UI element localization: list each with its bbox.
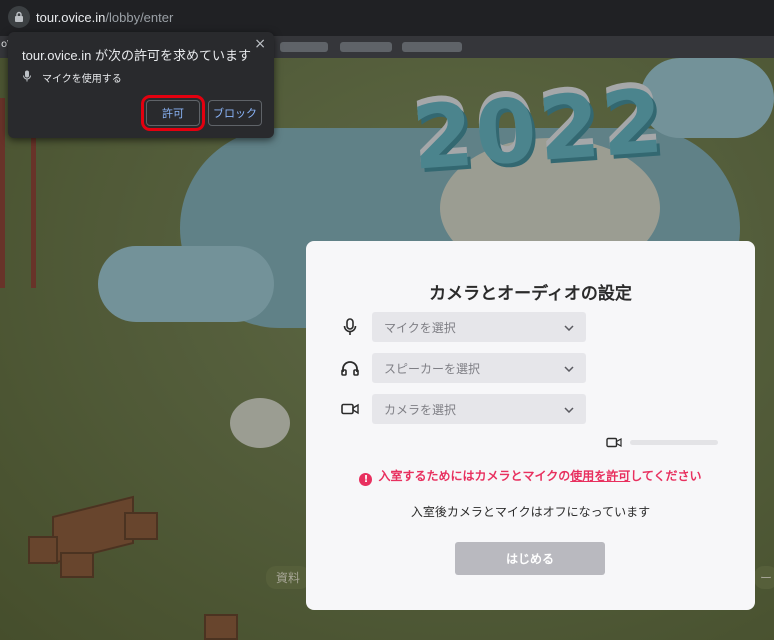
permission-popup: tour.ovice.in が次の許可を求めています × マイクを使用する 許可… — [8, 32, 274, 138]
permission-warning: ! 入室するためにはカメラとマイクの使用を許可してください — [306, 467, 755, 486]
dialog-title: カメラとオーディオの設定 — [429, 284, 632, 304]
url-text: tour.ovice.in/lobby/enter — [36, 10, 173, 25]
warning-link[interactable]: 使用を許可 — [570, 469, 630, 483]
permission-label: マイクを使用する — [42, 74, 122, 85]
bookmark-item[interactable] — [280, 42, 328, 52]
chevron-down-icon — [564, 320, 574, 334]
url-field[interactable]: tour.ovice.in/lobby/enter — [8, 6, 173, 28]
chevron-down-icon — [564, 361, 574, 375]
speaker-select-placeholder: スピーカーを選択 — [384, 361, 481, 376]
bookmark-item[interactable] — [340, 42, 392, 52]
chevron-down-icon — [564, 402, 574, 416]
block-button[interactable]: ブロック — [208, 100, 262, 126]
allow-button[interactable]: 許可 — [141, 95, 205, 131]
camera-preview-level — [606, 433, 718, 452]
url-path: /lobby/enter — [105, 9, 174, 25]
mic-select[interactable]: マイクを選択 — [372, 312, 586, 342]
url-host: tour.ovice.in — [36, 9, 106, 25]
permission-title: tour.ovice.in が次の許可を求めています — [22, 48, 251, 63]
mic-row: マイクを選択 — [340, 312, 586, 342]
headphones-icon — [340, 358, 360, 378]
bookmark-item[interactable] — [402, 42, 462, 52]
alert-icon: ! — [359, 473, 373, 486]
video-camera-icon — [340, 399, 360, 419]
mic-select-placeholder: マイクを選択 — [384, 320, 456, 335]
warning-prefix: 入室するためにはカメラとマイクの — [378, 469, 571, 483]
start-button[interactable]: はじめる — [455, 542, 605, 575]
permission-item: マイクを使用する — [22, 70, 122, 85]
off-notice: 入室後カメラとマイクはオフになっています — [410, 505, 651, 519]
speaker-row: スピーカーを選択 — [340, 353, 586, 383]
av-settings-dialog: カメラとオーディオの設定 マイクを選択 スピーカーを選択 カメラを選択 ! 入室… — [306, 241, 755, 610]
video-camera-icon — [606, 433, 622, 452]
warning-suffix: してください — [630, 469, 702, 483]
camera-row: カメラを選択 — [340, 394, 586, 424]
level-meter — [630, 440, 718, 445]
camera-select-placeholder: カメラを選択 — [384, 402, 457, 417]
address-bar: tour.ovice.in/lobby/enter — [0, 0, 774, 36]
microphone-icon — [340, 317, 360, 337]
lock-icon[interactable] — [8, 6, 30, 28]
microphone-icon — [22, 70, 32, 85]
close-icon[interactable]: × — [254, 36, 266, 52]
speaker-select[interactable]: スピーカーを選択 — [372, 353, 586, 383]
camera-select[interactable]: カメラを選択 — [372, 394, 586, 424]
